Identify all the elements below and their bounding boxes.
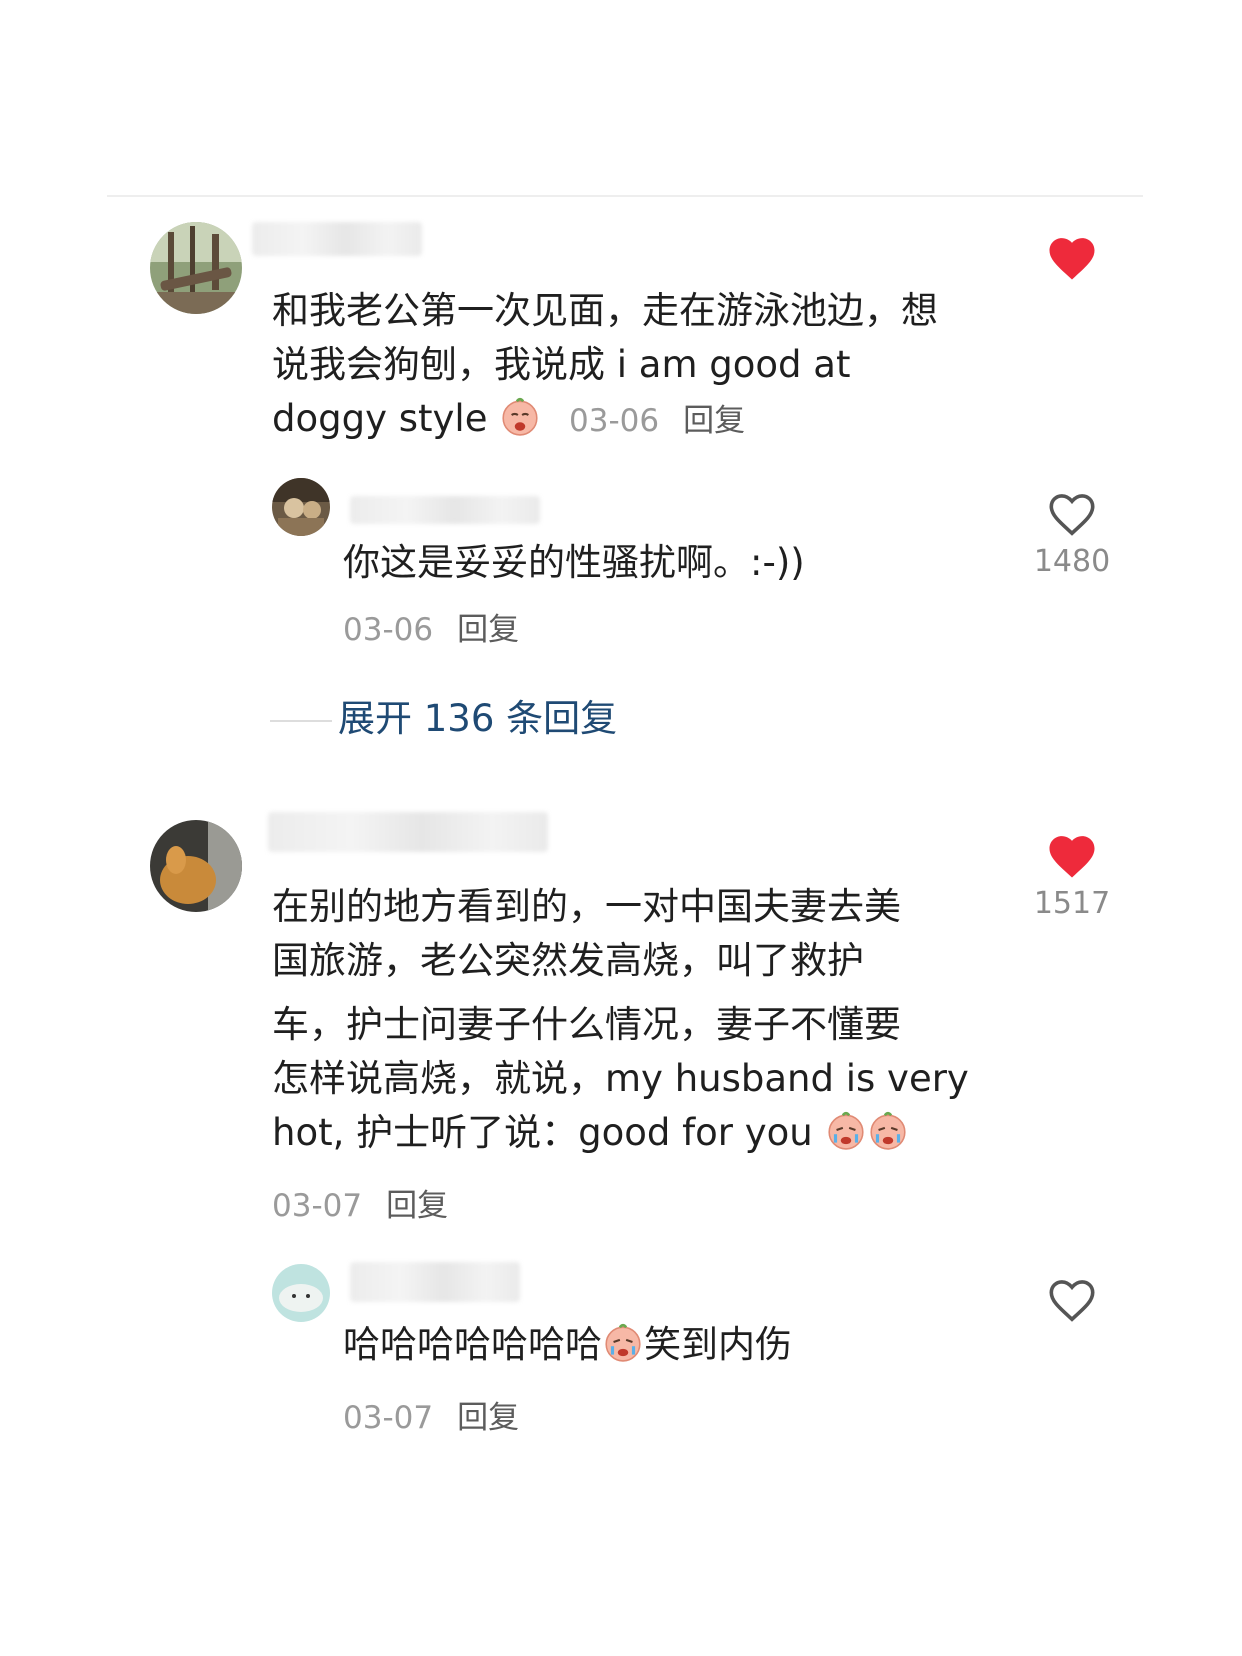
heart-filled-icon <box>1049 836 1095 878</box>
comment-line: 在别的地方看到的，一对中国夫妻去美 <box>272 885 901 928</box>
reply-button[interactable]: 回复 <box>386 1188 448 1224</box>
reply-button[interactable]: 回复 <box>683 403 745 439</box>
reply-text-after: 笑到内伤 <box>644 1323 792 1366</box>
reply-avatar[interactable] <box>272 478 330 536</box>
reply-like-button[interactable]: 1480 <box>1027 488 1117 579</box>
crying-face-emoji <box>605 1323 641 1362</box>
reply-reply-button[interactable]: 回复 <box>457 1400 519 1436</box>
comment-meta: 03-07 回复 <box>272 1180 448 1225</box>
comment-line: 车，护士问妻子什么情况，妻子不懂要 <box>272 1003 901 1046</box>
comment-date: 03-06 <box>569 403 660 439</box>
reply-username-blurred[interactable] <box>350 1262 520 1302</box>
like-button[interactable] <box>1027 232 1117 288</box>
reply-text: 你这是妥妥的性骚扰啊。:-)) <box>343 536 963 590</box>
comment-text: 在别的地方看到的，一对中国夫妻去美 国旅游，老公突然发高烧，叫了救护 车，护士问… <box>272 880 992 1160</box>
expand-replies-button[interactable]: 展开 136 条回复 <box>270 688 617 742</box>
heart-outline-icon <box>1049 1280 1095 1322</box>
reply-username-blurred[interactable] <box>350 496 540 524</box>
expand-line <box>270 719 332 722</box>
username-blurred[interactable] <box>252 222 422 256</box>
reply-date: 03-06 <box>343 612 434 648</box>
comment-meta: 03-06 回复 <box>569 403 745 439</box>
reply-date: 03-07 <box>343 1400 434 1436</box>
avatar[interactable] <box>150 820 242 912</box>
username-blurred[interactable] <box>268 812 548 852</box>
crying-face-emoji <box>502 397 538 436</box>
comment-line: 怎样说高烧，就说，my husband is very <box>272 1057 969 1100</box>
avatar[interactable] <box>150 222 242 314</box>
top-divider <box>107 195 1143 197</box>
comment-line-last: hot, 护士听了说：good for you <box>272 1106 992 1160</box>
crying-face-emoji <box>869 1111 906 1150</box>
comment-line: hot, 护士听了说：good for you <box>272 1111 813 1154</box>
heart-filled-icon <box>1049 238 1095 280</box>
expand-label: 展开 136 条回复 <box>338 697 618 740</box>
reply-like-count: 1480 <box>1033 544 1111 579</box>
crying-face-emoji <box>827 1111 864 1150</box>
comment-text: 和我老公第一次见面，走在游泳池边，想说我会狗刨，我说成 i am good at… <box>272 284 972 448</box>
reply-text: 哈哈哈哈哈哈哈 笑到内伤 <box>343 1318 963 1372</box>
reply-text-before: 哈哈哈哈哈哈哈 <box>343 1323 602 1366</box>
reply-like-button[interactable] <box>1027 1274 1117 1330</box>
reply-avatar[interactable] <box>272 1264 330 1322</box>
comment-date: 03-07 <box>272 1188 363 1224</box>
like-button[interactable]: 1517 <box>1027 830 1117 921</box>
reply-meta: 03-07 回复 <box>343 1392 519 1437</box>
reply-meta: 03-06 回复 <box>343 604 519 649</box>
reply-reply-button[interactable]: 回复 <box>457 612 519 648</box>
reply-text-body: 你这是妥妥的性骚扰啊。:-)) <box>343 541 805 584</box>
heart-outline-icon <box>1049 494 1095 536</box>
comment-line: 国旅游，老公突然发高烧，叫了救护 <box>272 939 864 982</box>
like-count: 1517 <box>1033 886 1111 921</box>
